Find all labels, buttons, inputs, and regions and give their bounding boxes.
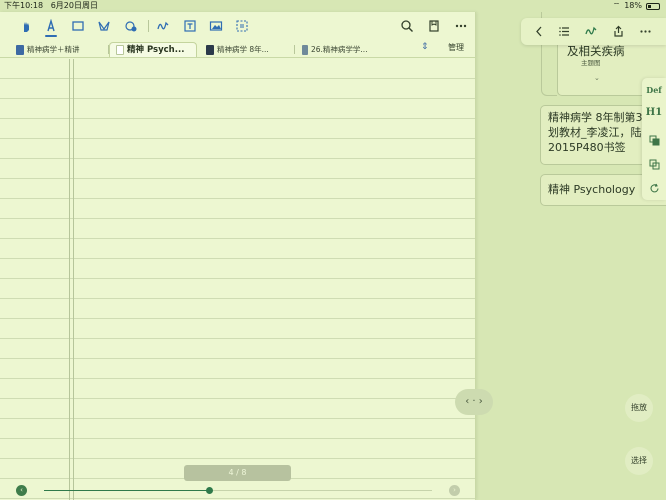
page-slider-knob[interactable] — [206, 487, 213, 494]
margin-line — [69, 59, 70, 500]
status-left: 下午10:18 6月20日周日 — [4, 0, 98, 12]
rectangle-select-icon[interactable] — [70, 18, 86, 34]
insert-image-icon[interactable] — [642, 131, 666, 150]
battery-icon — [646, 2, 660, 10]
tab-label: 精神病学＋精讲 — [27, 44, 80, 54]
share-icon[interactable] — [611, 24, 626, 39]
wifi-icon: ⌔ — [612, 1, 621, 10]
margin-line — [73, 59, 74, 500]
battery-percent: 18% — [624, 1, 642, 10]
scribble-icon[interactable] — [155, 18, 171, 34]
pen-icon[interactable] — [43, 18, 59, 37]
tab-separator — [294, 45, 295, 54]
heading-style-button[interactable]: H1 — [642, 107, 666, 118]
side-style-panel: Def H1 — [642, 78, 666, 200]
card-title: 及相关疾病 — [567, 44, 625, 58]
blank-page-icon — [116, 45, 124, 55]
next-page-button[interactable]: › — [449, 485, 460, 496]
tab-3[interactable]: 精神病学 8年... — [200, 42, 293, 57]
tab-label: 26.精神病学学... — [311, 44, 368, 54]
list-icon[interactable] — [557, 24, 572, 39]
status-bar: 下午10:18 6月20日周日 ⌔ 18% — [0, 0, 666, 12]
shape-icon[interactable] — [96, 18, 112, 34]
book-icon — [302, 44, 308, 55]
sort-icon[interactable]: ⇕ — [421, 42, 429, 52]
note-toolbar — [0, 12, 475, 40]
tab-2-active[interactable]: 精神 Psych... — [109, 42, 197, 57]
page-slider-fill — [44, 490, 210, 491]
textbox-icon[interactable] — [182, 18, 198, 34]
status-right: ⌔ 18% — [613, 0, 660, 12]
more-icon[interactable] — [638, 24, 653, 39]
split-view-handle[interactable]: ‹ · › — [455, 389, 493, 415]
scribble-icon[interactable] — [584, 24, 599, 39]
bookmark-icon[interactable] — [426, 18, 442, 34]
image-icon[interactable] — [208, 18, 224, 34]
status-time: 下午10:18 — [4, 1, 44, 10]
tab-label: 精神病学 8年... — [217, 44, 269, 54]
notebook-panel: 精神病学＋精讲 精神 Psych... 精神病学 8年... 26.精神病学学.… — [0, 12, 476, 500]
page-indicator: 4 / 8 — [184, 465, 291, 481]
book-icon — [206, 44, 214, 55]
tab-4[interactable]: 26.精神病学学... — [296, 42, 388, 57]
toolbar-divider — [148, 20, 149, 32]
document-icon — [16, 44, 24, 55]
previous-page-button[interactable]: ‹ — [16, 485, 27, 496]
refresh-icon[interactable] — [642, 179, 666, 198]
select-button[interactable]: 选择 — [625, 447, 653, 475]
back-icon[interactable] — [532, 24, 547, 39]
copy-icon[interactable] — [642, 155, 666, 174]
document-tabs: 精神病学＋精讲 精神 Psych... 精神病学 8年... 26.精神病学学.… — [0, 40, 475, 58]
drag-drop-button[interactable]: 拖放 — [625, 394, 653, 422]
more-icon[interactable] — [453, 18, 469, 34]
card-subtitle: 主题图 — [581, 59, 601, 67]
right-toolbar — [521, 18, 666, 45]
grid-select-icon[interactable] — [234, 18, 250, 34]
status-date: 6月20日周日 — [50, 1, 98, 10]
notebook-page[interactable] — [0, 59, 475, 500]
search-icon[interactable] — [399, 18, 415, 34]
manage-button[interactable]: 管理 — [448, 42, 464, 53]
tab-1[interactable]: 精神病学＋精讲 — [10, 42, 108, 57]
link-icon[interactable] — [123, 18, 139, 34]
chevron-down-icon[interactable]: ⌄ — [594, 71, 600, 86]
tab-label: 精神 Psych... — [127, 45, 185, 55]
hand-icon[interactable] — [18, 18, 34, 34]
definition-style-button[interactable]: Def — [642, 85, 666, 95]
